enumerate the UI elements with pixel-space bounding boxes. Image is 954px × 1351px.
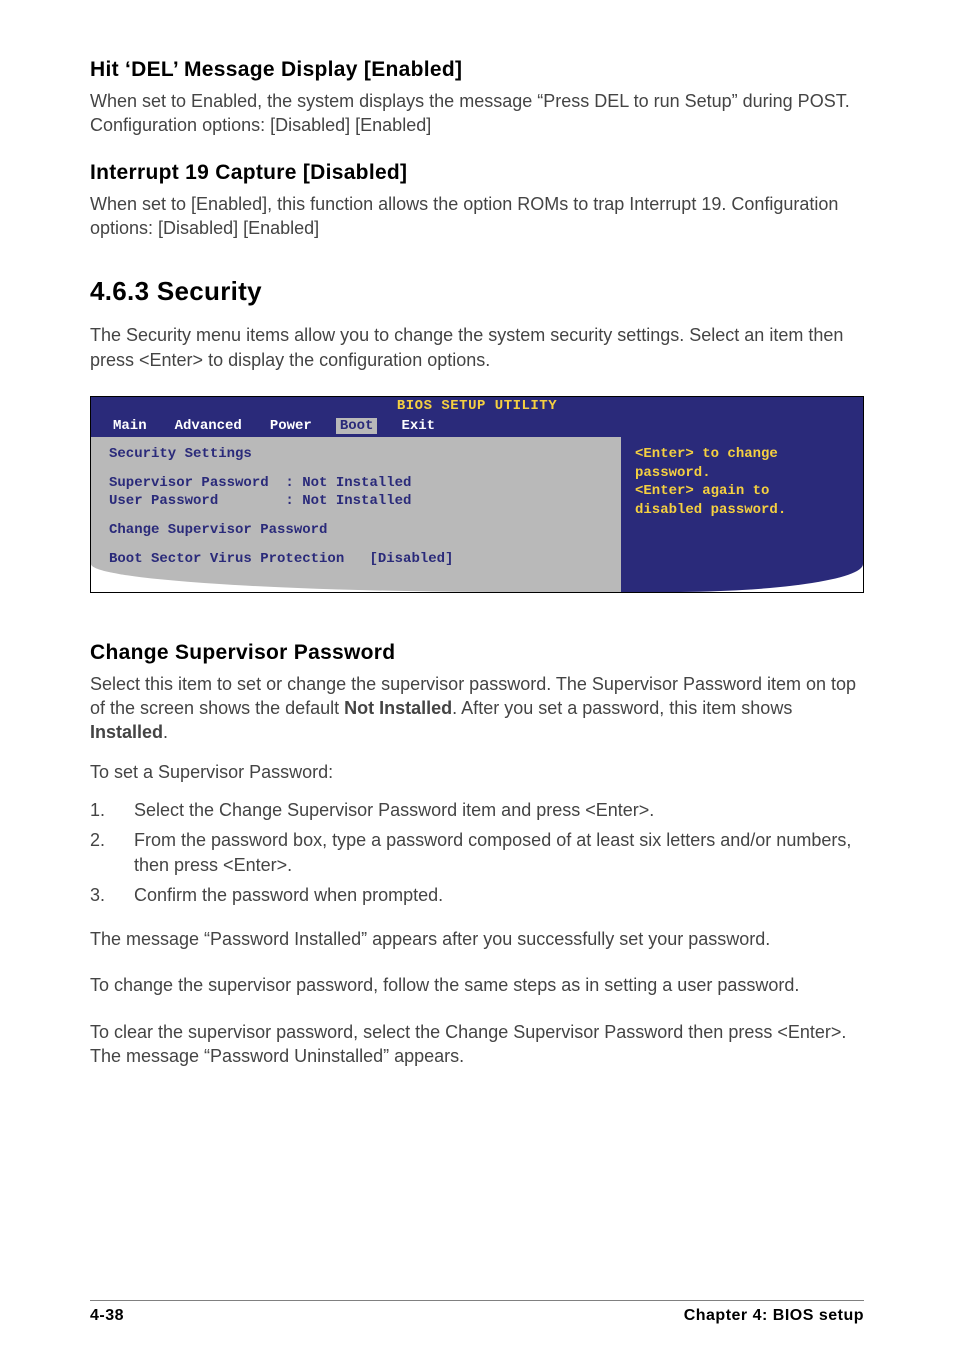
page-footer: 4-38 Chapter 4: BIOS setup [90, 1300, 864, 1325]
bios-tab-exit: Exit [397, 418, 439, 434]
body-change-password-2: To set a Supervisor Password: [90, 760, 864, 784]
heading-security: 4.6.3 Security [90, 276, 864, 307]
bios-tabs: Main Advanced Power Boot Exit [91, 418, 863, 434]
body-hit-del: When set to Enabled, the system displays… [90, 89, 864, 137]
heading-interrupt: Interrupt 19 Capture [Disabled] [90, 161, 864, 185]
step-3: Confirm the password when prompted. [90, 883, 864, 907]
bios-boot-sector-row: Boot Sector Virus Protection [Disabled] [109, 550, 603, 569]
section-hit-del: Hit ‘DEL’ Message Display [Enabled] When… [90, 58, 864, 137]
section-change-password: Change Supervisor Password Select this i… [90, 641, 864, 1068]
section-interrupt: Interrupt 19 Capture [Disabled] When set… [90, 161, 864, 240]
bios-supervisor-password-row: Supervisor Password : Not Installed [109, 474, 603, 493]
cp1c: . [163, 722, 168, 742]
section-security: 4.6.3 Security The Security menu items a… [90, 276, 864, 371]
bios-change-supervisor-row: Change Supervisor Password [109, 521, 603, 540]
bios-header: BIOS SETUP UTILITY Main Advanced Power B… [91, 397, 863, 437]
not-installed-label: Not Installed [344, 698, 452, 718]
bios-tab-boot: Boot [336, 418, 378, 434]
bios-help-l2: password. [635, 464, 851, 483]
bios-help-l1: <Enter> to change [635, 445, 851, 464]
step-2: From the password box, type a password c… [90, 828, 864, 877]
bios-help-pane: <Enter> to change password. <Enter> agai… [623, 437, 863, 592]
page-number: 4-38 [90, 1307, 124, 1325]
bios-body: Security Settings Supervisor Password : … [91, 437, 863, 592]
body-change-password-3: The message “Password Installed” appears… [90, 927, 864, 951]
body-change-password-4: To change the supervisor password, follo… [90, 973, 864, 997]
body-security: The Security menu items allow you to cha… [90, 323, 864, 371]
bios-tab-advanced: Advanced [171, 418, 246, 434]
steps-list: Select the Change Supervisor Password it… [90, 798, 864, 907]
bios-user-password-row: User Password : Not Installed [109, 492, 603, 511]
cp1b: . After you set a password, this item sh… [452, 698, 792, 718]
bios-title: BIOS SETUP UTILITY [91, 398, 863, 414]
heading-hit-del: Hit ‘DEL’ Message Display [Enabled] [90, 58, 864, 82]
bios-tab-power: Power [266, 418, 316, 434]
installed-label: Installed [90, 722, 163, 742]
body-change-password-5: To clear the supervisor password, select… [90, 1020, 864, 1068]
bios-help-l4: disabled password. [635, 501, 851, 520]
chapter-label: Chapter 4: BIOS setup [684, 1307, 864, 1325]
bios-left-pane: Security Settings Supervisor Password : … [91, 437, 623, 592]
bios-help-l3: <Enter> again to [635, 482, 851, 501]
body-interrupt: When set to [Enabled], this function all… [90, 192, 864, 240]
heading-change-password: Change Supervisor Password [90, 641, 864, 665]
step-1: Select the Change Supervisor Password it… [90, 798, 864, 822]
bios-tab-main: Main [109, 418, 151, 434]
bios-screenshot: BIOS SETUP UTILITY Main Advanced Power B… [90, 396, 864, 593]
body-change-password-1: Select this item to set or change the su… [90, 672, 864, 744]
bios-security-header: Security Settings [109, 445, 603, 464]
